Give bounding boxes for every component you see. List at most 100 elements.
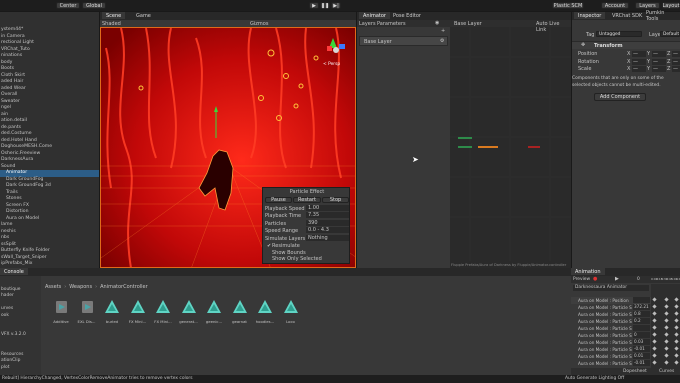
particle-option[interactable]: Show Bounds (267, 250, 306, 256)
plastic-scm-button[interactable]: Plastic SCM (552, 2, 584, 9)
keyframe-diamond[interactable] (674, 297, 679, 302)
animator-graph[interactable]: Base Layer Auto Live Link Fluppie Prefab… (450, 20, 571, 268)
transform-field-z[interactable]: — (672, 66, 680, 72)
add-layer-button[interactable]: + (441, 28, 445, 34)
particle-option[interactable]: ✔Resimulate (267, 243, 300, 249)
state-node-default[interactable] (478, 146, 498, 148)
lighting-status[interactable]: Auto Generate Lighting Off (565, 376, 624, 381)
particle-row-value[interactable]: 390 (306, 219, 349, 226)
record-icon[interactable]: ● (593, 276, 597, 282)
animation-property-value[interactable]: -0.01 (633, 360, 650, 366)
keyframe-diamond[interactable] (674, 304, 679, 309)
dopesheet-area[interactable] (651, 284, 680, 368)
animation-property-value[interactable] (633, 325, 650, 331)
asset-item[interactable]: Additive (49, 296, 73, 336)
asset-item[interactable]: EXL Dis... (75, 296, 99, 336)
keyframe-diamond[interactable] (652, 346, 657, 351)
account-dropdown[interactable]: Account (601, 2, 629, 9)
animation-property-row[interactable]: Aura on Model : Particle S 0.03 (571, 339, 651, 346)
transform-field-x[interactable]: — (632, 51, 646, 57)
keyframe-diamond[interactable] (664, 346, 669, 351)
animation-property-row[interactable]: Aura on Model : Particle S 0.2 (571, 318, 651, 325)
keyframe-diamond[interactable] (674, 339, 679, 344)
layers-tab[interactable]: Layers (359, 21, 376, 27)
keyframe-diamond[interactable] (652, 360, 657, 365)
keyframe-diamond[interactable] (674, 360, 679, 365)
breadcrumb-item[interactable]: Weapons (69, 284, 92, 290)
asset-item[interactable]: gearnat (228, 296, 252, 336)
asset-item[interactable]: FX Mini... (126, 296, 150, 336)
global-toggle[interactable]: Global (82, 2, 106, 9)
keyframe-diamond[interactable] (674, 325, 679, 330)
asset-item[interactable]: burled (100, 296, 124, 336)
animation-property-row[interactable]: Aura on Model : Particle S 0.8 (571, 311, 651, 318)
transform-field-z[interactable]: — (672, 58, 680, 65)
layers-dropdown[interactable]: Layers (635, 2, 660, 9)
project-folder-item[interactable]: plot (1, 365, 41, 372)
keyframe-diamond[interactable] (674, 353, 679, 358)
tab-dopesheet[interactable]: Dopesheet (623, 369, 647, 374)
play-icon[interactable]: ▶ (615, 276, 619, 282)
animation-property-row[interactable]: Aura on Model : Particle S 0.01 (571, 353, 651, 360)
keyframe-diamond[interactable] (674, 318, 679, 323)
particle-row-value[interactable]: 0.0 - 4.3 (306, 227, 349, 234)
keyframe-diamond[interactable] (674, 346, 679, 351)
asset-item[interactable]: geenic... (202, 296, 226, 336)
transform-field-x[interactable]: — (632, 66, 646, 72)
animation-property-row[interactable]: Aura on Model : Particle S -0.01 (571, 360, 651, 367)
state-node-entry[interactable] (458, 137, 472, 139)
animation-property-row[interactable]: Aura on Model : Particle S (571, 325, 651, 332)
animation-property-value[interactable]: -0.01 (633, 346, 650, 352)
hierarchy-item[interactable]: ipPrefabs_Mix (0, 261, 99, 268)
asset-item[interactable]: generat... (177, 296, 201, 336)
particle-pause-button[interactable]: Pause (265, 197, 292, 203)
tab-console[interactable]: Console (0, 268, 28, 275)
keyframe-diamond[interactable] (652, 325, 657, 330)
frame-field[interactable]: 0 (637, 277, 640, 282)
animation-property-value[interactable]: 0 (633, 332, 650, 338)
tab-scene[interactable]: Scene (102, 12, 126, 19)
keyframe-diamond[interactable] (674, 332, 679, 337)
keyframe-diamond[interactable] (664, 311, 669, 316)
add-component-button[interactable]: Add Component (594, 93, 646, 101)
state-node-exit[interactable] (528, 146, 540, 148)
keyframe-diamond[interactable] (652, 318, 657, 323)
pause-button[interactable]: ❚❚ (320, 2, 330, 9)
keyframe-diamond[interactable] (674, 311, 679, 316)
play-button[interactable]: ▶ (309, 2, 319, 9)
gear-icon[interactable]: ⚙ (440, 38, 444, 44)
layer-dropdown[interactable]: Default (660, 31, 680, 37)
keyframe-diamond[interactable] (664, 353, 669, 358)
animation-property-row[interactable]: Aura on Model : Particle S 372.21 (571, 304, 651, 311)
animation-property-row[interactable]: Aura on Model : Position (571, 297, 651, 304)
tab-animator[interactable]: Animator (359, 12, 390, 19)
keyframe-diamond[interactable] (664, 325, 669, 330)
preview-toggle[interactable]: Preview (573, 277, 590, 282)
breadcrumb-item[interactable]: AnimatorController (100, 284, 148, 290)
transform-field-y[interactable]: — (652, 58, 666, 65)
animation-property-value[interactable] (633, 297, 650, 303)
particle-row-value[interactable]: 1.00 (306, 205, 349, 211)
status-message[interactable]: Rebuilt] HierarchyChanged, VertexColorRe… (2, 376, 193, 381)
tab-pose-editor[interactable]: Pose Editor (389, 12, 425, 19)
tab-curves[interactable]: Curves (659, 369, 674, 374)
asset-item[interactable]: Loco (279, 296, 303, 336)
keyframe-diamond[interactable] (652, 353, 657, 358)
particle-row-value[interactable]: Nothing (306, 234, 349, 241)
particle-stop-button[interactable]: Stop (322, 197, 349, 203)
keyframe-diamond[interactable] (652, 297, 657, 302)
clip-dropdown[interactable]: Darknessaura Animator (573, 285, 649, 291)
breadcrumb-item[interactable]: Assets (45, 284, 61, 290)
tab-vrchat-sdk[interactable]: VRChat SDK (608, 12, 646, 19)
particle-option[interactable]: Show Only Selected (267, 256, 322, 262)
layout-dropdown[interactable]: Layout (662, 2, 680, 9)
eye-icon[interactable]: ◉ (435, 20, 439, 26)
animation-property-value[interactable]: 0.2 (633, 318, 650, 324)
animation-property-value[interactable]: 0.03 (633, 339, 650, 345)
animation-property-value[interactable]: 0.8 (633, 311, 650, 317)
keyframe-diamond[interactable] (652, 304, 657, 309)
animation-property-row[interactable]: Aura on Model : Particle S0 (571, 332, 651, 339)
animation-property-row[interactable]: Aura on Model : Particle S -0.01 (571, 346, 651, 353)
tag-dropdown[interactable]: Untagged (596, 31, 642, 37)
keyframe-diamond[interactable] (664, 318, 669, 323)
